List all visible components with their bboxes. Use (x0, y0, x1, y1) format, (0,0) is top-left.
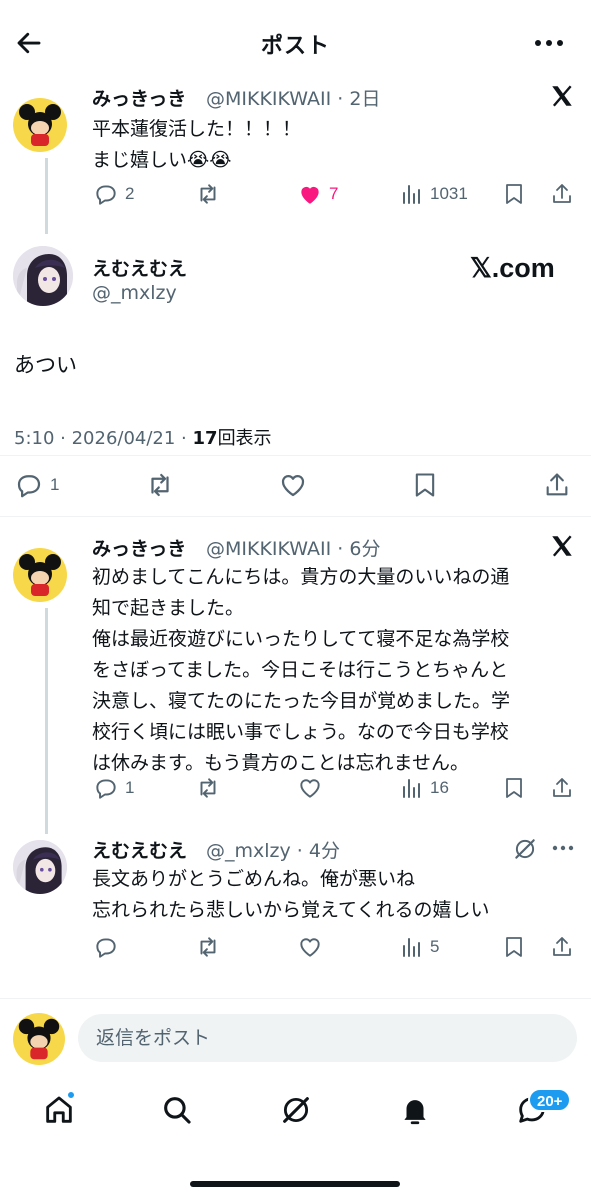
heart-icon (278, 470, 308, 500)
author-handle-time[interactable]: @MIKKIKWAII · 6分 (206, 534, 380, 561)
repost-icon (194, 181, 222, 207)
repost-icon (194, 775, 222, 801)
x-logo-icon (549, 83, 575, 109)
bookmark-button[interactable] (411, 470, 439, 500)
reply-icon (14, 470, 44, 500)
heart-icon (297, 934, 323, 960)
view-count: 17 (192, 428, 218, 449)
view-label: 回表示 (217, 428, 272, 449)
reply-icon (93, 775, 119, 801)
reply-button[interactable]: 1 (14, 470, 59, 500)
divider (0, 516, 591, 517)
reply-icon (93, 181, 119, 207)
avatar[interactable] (13, 98, 67, 152)
messages-badge: 20+ (528, 1088, 572, 1112)
views-button[interactable]: 16 (400, 775, 449, 801)
reply-icon (93, 934, 119, 960)
author-handle[interactable]: @_mxlzy (92, 282, 177, 304)
notifications-bell-icon[interactable] (398, 1093, 432, 1127)
more-options-icon[interactable] (532, 30, 566, 56)
repost-icon (144, 470, 176, 500)
reply-count: 1 (50, 475, 60, 494)
like-button[interactable] (278, 470, 308, 500)
bookmark-button[interactable] (502, 181, 526, 207)
notification-dot (66, 1090, 76, 1100)
reply-button[interactable]: 2 (93, 181, 134, 207)
reply-button[interactable] (93, 934, 119, 960)
share-icon (543, 470, 571, 500)
views-icon (400, 181, 424, 207)
avatar (13, 1013, 65, 1065)
views-count: 1031 (430, 184, 468, 203)
grok-icon[interactable] (512, 836, 538, 862)
more-options-icon[interactable] (550, 838, 576, 858)
search-icon[interactable] (160, 1093, 194, 1127)
views-button[interactable]: 1031 (400, 181, 468, 207)
like-button[interactable] (297, 775, 323, 801)
heart-icon (297, 775, 323, 801)
tweet-text: 初めましてこんにちは。貴方の大量のいいねの通 知で起きました。 俺は最近夜遊びに… (92, 566, 511, 774)
like-count: 7 (329, 184, 339, 203)
bookmark-icon (502, 775, 526, 801)
avatar[interactable] (13, 548, 67, 602)
author-name[interactable]: えむえむえ (92, 254, 187, 281)
repost-button[interactable] (194, 181, 222, 207)
bookmark-button[interactable] (502, 775, 526, 801)
views-button[interactable]: 5 (400, 934, 439, 960)
repost-button[interactable] (194, 934, 222, 960)
author-name[interactable]: みっきっき (92, 534, 186, 561)
x-logo-icon (549, 533, 575, 559)
views-count: 5 (430, 937, 440, 956)
reply-count: 2 (125, 184, 135, 203)
repost-button[interactable] (194, 775, 222, 801)
share-button[interactable] (550, 775, 574, 801)
author-handle-time[interactable]: @_mxlzy · 4分 (206, 836, 340, 863)
share-icon (550, 181, 574, 207)
share-button[interactable] (543, 470, 571, 500)
share-icon (550, 775, 574, 801)
bookmark-button[interactable] (502, 934, 526, 960)
views-icon (400, 775, 424, 801)
grok-icon[interactable] (279, 1093, 313, 1127)
thread-line (45, 608, 48, 834)
tweet-timestamp: 5:10 · 2026/04/21 · 17回表示 (14, 424, 272, 450)
bookmark-icon (502, 934, 526, 960)
bookmark-icon (502, 181, 526, 207)
author-name[interactable]: えむえむえ (92, 836, 187, 863)
reply-button[interactable]: 1 (93, 775, 134, 801)
author-handle-time[interactable]: @MIKKIKWAII · 2日 (206, 84, 380, 111)
repost-button[interactable] (144, 470, 176, 500)
share-icon (550, 934, 574, 960)
tweet-text: あつい (14, 353, 77, 377)
heart-filled-icon (297, 181, 323, 207)
author-name[interactable]: みっきっき (92, 84, 186, 111)
tweet-text: 長文ありがとうごめんね。俺が悪いね 忘れられたら悲しいから覚えてくれるの嬉しい (92, 868, 490, 921)
divider (0, 455, 591, 456)
avatar[interactable] (13, 246, 73, 306)
views-count: 16 (430, 778, 449, 797)
reply-input[interactable]: 返信をポスト (78, 1014, 577, 1062)
page-title: ポスト (260, 34, 330, 59)
x-com-watermark: 𝕏.com (470, 253, 555, 283)
like-button[interactable] (297, 934, 323, 960)
divider (0, 998, 591, 999)
home-indicator (190, 1181, 400, 1187)
time-text: 5:10 · 2026/04/21 · (14, 428, 193, 449)
like-button[interactable]: 7 (297, 181, 338, 207)
repost-icon (194, 934, 222, 960)
reply-count: 1 (125, 778, 135, 797)
avatar[interactable] (13, 840, 67, 894)
views-icon (400, 934, 424, 960)
share-button[interactable] (550, 181, 574, 207)
share-button[interactable] (550, 934, 574, 960)
bookmark-icon (411, 470, 439, 500)
thread-line (45, 158, 48, 234)
tweet-text: 平本蓮復活した！！！！ まじ嬉しい😭😭 (92, 118, 302, 171)
